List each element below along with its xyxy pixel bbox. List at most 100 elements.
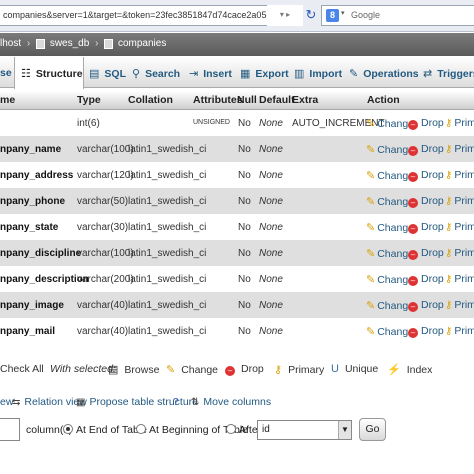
column-count-input[interactable] bbox=[0, 418, 20, 441]
index-selected-button[interactable]: ⚡ Index bbox=[387, 363, 432, 376]
column-name: npany_mail bbox=[0, 326, 56, 337]
header-type: Type bbox=[77, 94, 101, 106]
breadcrumb-server[interactable]: lhost bbox=[0, 38, 21, 49]
primary-link[interactable]: ⚷Prima bbox=[445, 195, 474, 207]
column-name: npany_image bbox=[0, 300, 64, 311]
primary-link[interactable]: ⚷Prima bbox=[445, 299, 474, 311]
table-row: int(6) UNSIGNED No None AUTO_INCREMENT ✎ Chang… bbox=[0, 110, 474, 136]
drop-link[interactable]: – Drop bbox=[408, 143, 444, 156]
tab-search[interactable]: ⚲ Search bbox=[132, 57, 184, 88]
check-all-link[interactable]: Check All bbox=[0, 363, 44, 375]
primary-link[interactable]: ⚷Prima bbox=[445, 169, 474, 181]
end-of-table-radio[interactable]: At End of Table bbox=[63, 424, 147, 436]
column-collation: latin1_swedish_ci bbox=[128, 170, 207, 181]
tab-bar: se ☷ Structure ▤ SQL ⚲ Search ⇥ Insert ▦ Expo… bbox=[0, 57, 474, 89]
column-null: No bbox=[238, 118, 251, 129]
column-name: npany_phone bbox=[0, 196, 66, 207]
unique-selected-button[interactable]: U Unique bbox=[331, 363, 378, 375]
radio-icon bbox=[136, 424, 146, 434]
tab-triggers[interactable]: ⇄Triggers bbox=[423, 57, 474, 88]
pencil-icon: ✎ bbox=[366, 170, 376, 182]
primary-link[interactable]: ⚷Prima bbox=[445, 247, 474, 259]
key-icon: ⚷ bbox=[274, 364, 283, 376]
breadcrumb-table[interactable]: companies bbox=[118, 38, 166, 49]
key-icon: ⚷ bbox=[445, 274, 453, 285]
tab-sql[interactable]: ▤ SQL bbox=[89, 57, 129, 88]
database-icon bbox=[36, 38, 46, 49]
key-icon: ⚷ bbox=[445, 196, 453, 207]
column-name: npany_name bbox=[0, 144, 62, 155]
reload-icon[interactable]: ↻ bbox=[304, 6, 318, 24]
drop-link[interactable]: – Drop bbox=[408, 195, 444, 208]
tab-operations[interactable]: ✎ Operations bbox=[349, 57, 419, 88]
change-link[interactable]: ✎ Change bbox=[366, 195, 414, 208]
drop-link[interactable]: – Drop bbox=[408, 325, 444, 338]
primary-link[interactable]: ⚷Prima bbox=[445, 221, 474, 233]
column-collation: latin1_swedish_ci bbox=[128, 326, 207, 337]
drop-link[interactable]: – Drop bbox=[408, 169, 444, 182]
column-null: No bbox=[238, 326, 251, 337]
index-icon: ⚡ bbox=[387, 364, 401, 376]
drop-link[interactable]: – Drop bbox=[408, 273, 444, 286]
move-columns-link[interactable]: ⇅ Move columns bbox=[191, 396, 271, 408]
url-dropdown-icon[interactable]: ▾ ▸ bbox=[267, 5, 303, 26]
operations-icon: ✎ bbox=[349, 68, 359, 80]
header-attributes: Attributes bbox=[193, 94, 243, 106]
change-link[interactable]: ✎ Change bbox=[366, 247, 414, 260]
change-link[interactable]: ✎ Change bbox=[366, 221, 414, 234]
drop-icon: – bbox=[408, 302, 418, 312]
header-name[interactable]: me bbox=[0, 94, 15, 106]
change-link[interactable]: ✎ Change bbox=[366, 143, 414, 156]
column-name: npany_address bbox=[0, 170, 74, 181]
drop-link[interactable]: – Drop bbox=[408, 299, 444, 312]
tab-browse[interactable]: se bbox=[0, 57, 14, 88]
key-icon: ⚷ bbox=[445, 144, 453, 155]
column-null: No bbox=[238, 144, 251, 155]
tab-insert[interactable]: ⇥ Insert bbox=[189, 57, 237, 88]
drop-link[interactable]: – Drop bbox=[408, 117, 444, 130]
drop-icon: – bbox=[408, 224, 418, 234]
drop-icon: – bbox=[408, 120, 418, 130]
change-link[interactable]: ✎ Change bbox=[366, 169, 414, 182]
table-row: npany_mail varchar(40) latin1_swedish_ci No… bbox=[0, 318, 474, 344]
export-icon: ▦ bbox=[240, 68, 251, 80]
column-type: int(6) bbox=[77, 118, 100, 129]
table-header: me Type Collation Attributes Null Defaul… bbox=[0, 91, 474, 110]
column-name: npany_state bbox=[0, 222, 59, 233]
drop-link[interactable]: – Drop bbox=[408, 247, 444, 260]
drop-selected-button[interactable]: – Drop bbox=[225, 363, 264, 376]
change-selected-button[interactable]: ✎ Change bbox=[166, 363, 218, 376]
primary-link[interactable]: ⚷Prima bbox=[445, 143, 474, 155]
breadcrumb-database[interactable]: swes_db bbox=[50, 38, 89, 49]
tab-import[interactable]: ▥ Import bbox=[294, 57, 346, 88]
change-link[interactable]: ✎ Change bbox=[366, 325, 414, 338]
change-link[interactable]: ✎ Change bbox=[366, 273, 414, 286]
change-link[interactable]: ✎ Change bbox=[366, 299, 414, 312]
url-field[interactable]: companies&server=1&target=&token=23fec38… bbox=[0, 5, 303, 26]
search-icon: ⚲ bbox=[132, 68, 141, 80]
chevron-down-icon: ▼ bbox=[338, 421, 351, 439]
browser-toolbar: companies&server=1&target=&token=23fec38… bbox=[0, 0, 474, 32]
browse-selected-button[interactable]: ▤ Browse bbox=[108, 363, 159, 376]
engine-dropdown-icon[interactable]: ▾ bbox=[341, 9, 345, 17]
drop-icon: – bbox=[408, 146, 418, 156]
change-link[interactable]: ✎ Change bbox=[366, 117, 414, 130]
go-button[interactable]: Go bbox=[359, 418, 386, 441]
tab-structure[interactable]: ☷ Structure bbox=[14, 57, 84, 89]
after-radio[interactable]: After bbox=[226, 424, 261, 436]
header-default: Default bbox=[259, 94, 295, 106]
help-icon[interactable]: ? bbox=[173, 396, 183, 408]
tab-export[interactable]: ▦ Export bbox=[240, 57, 292, 88]
after-column-select[interactable]: id ▼ bbox=[257, 420, 352, 440]
table-row: npany_image varchar(40) latin1_swedish_ci N… bbox=[0, 292, 474, 318]
key-icon: ⚷ bbox=[445, 222, 453, 233]
primary-link[interactable]: ⚷Prima bbox=[445, 325, 474, 337]
primary-link[interactable]: ⚷Prima bbox=[445, 273, 474, 285]
search-engine-box[interactable]: 8 ▾ Google bbox=[321, 5, 474, 26]
primary-selected-button[interactable]: ⚷ Primary bbox=[274, 363, 324, 376]
drop-link[interactable]: – Drop bbox=[408, 221, 444, 234]
column-name: npany_description bbox=[0, 274, 89, 285]
primary-link[interactable]: ⚷Prima bbox=[445, 117, 474, 129]
radio-checked-icon bbox=[63, 424, 73, 434]
column-default: None bbox=[259, 196, 283, 207]
